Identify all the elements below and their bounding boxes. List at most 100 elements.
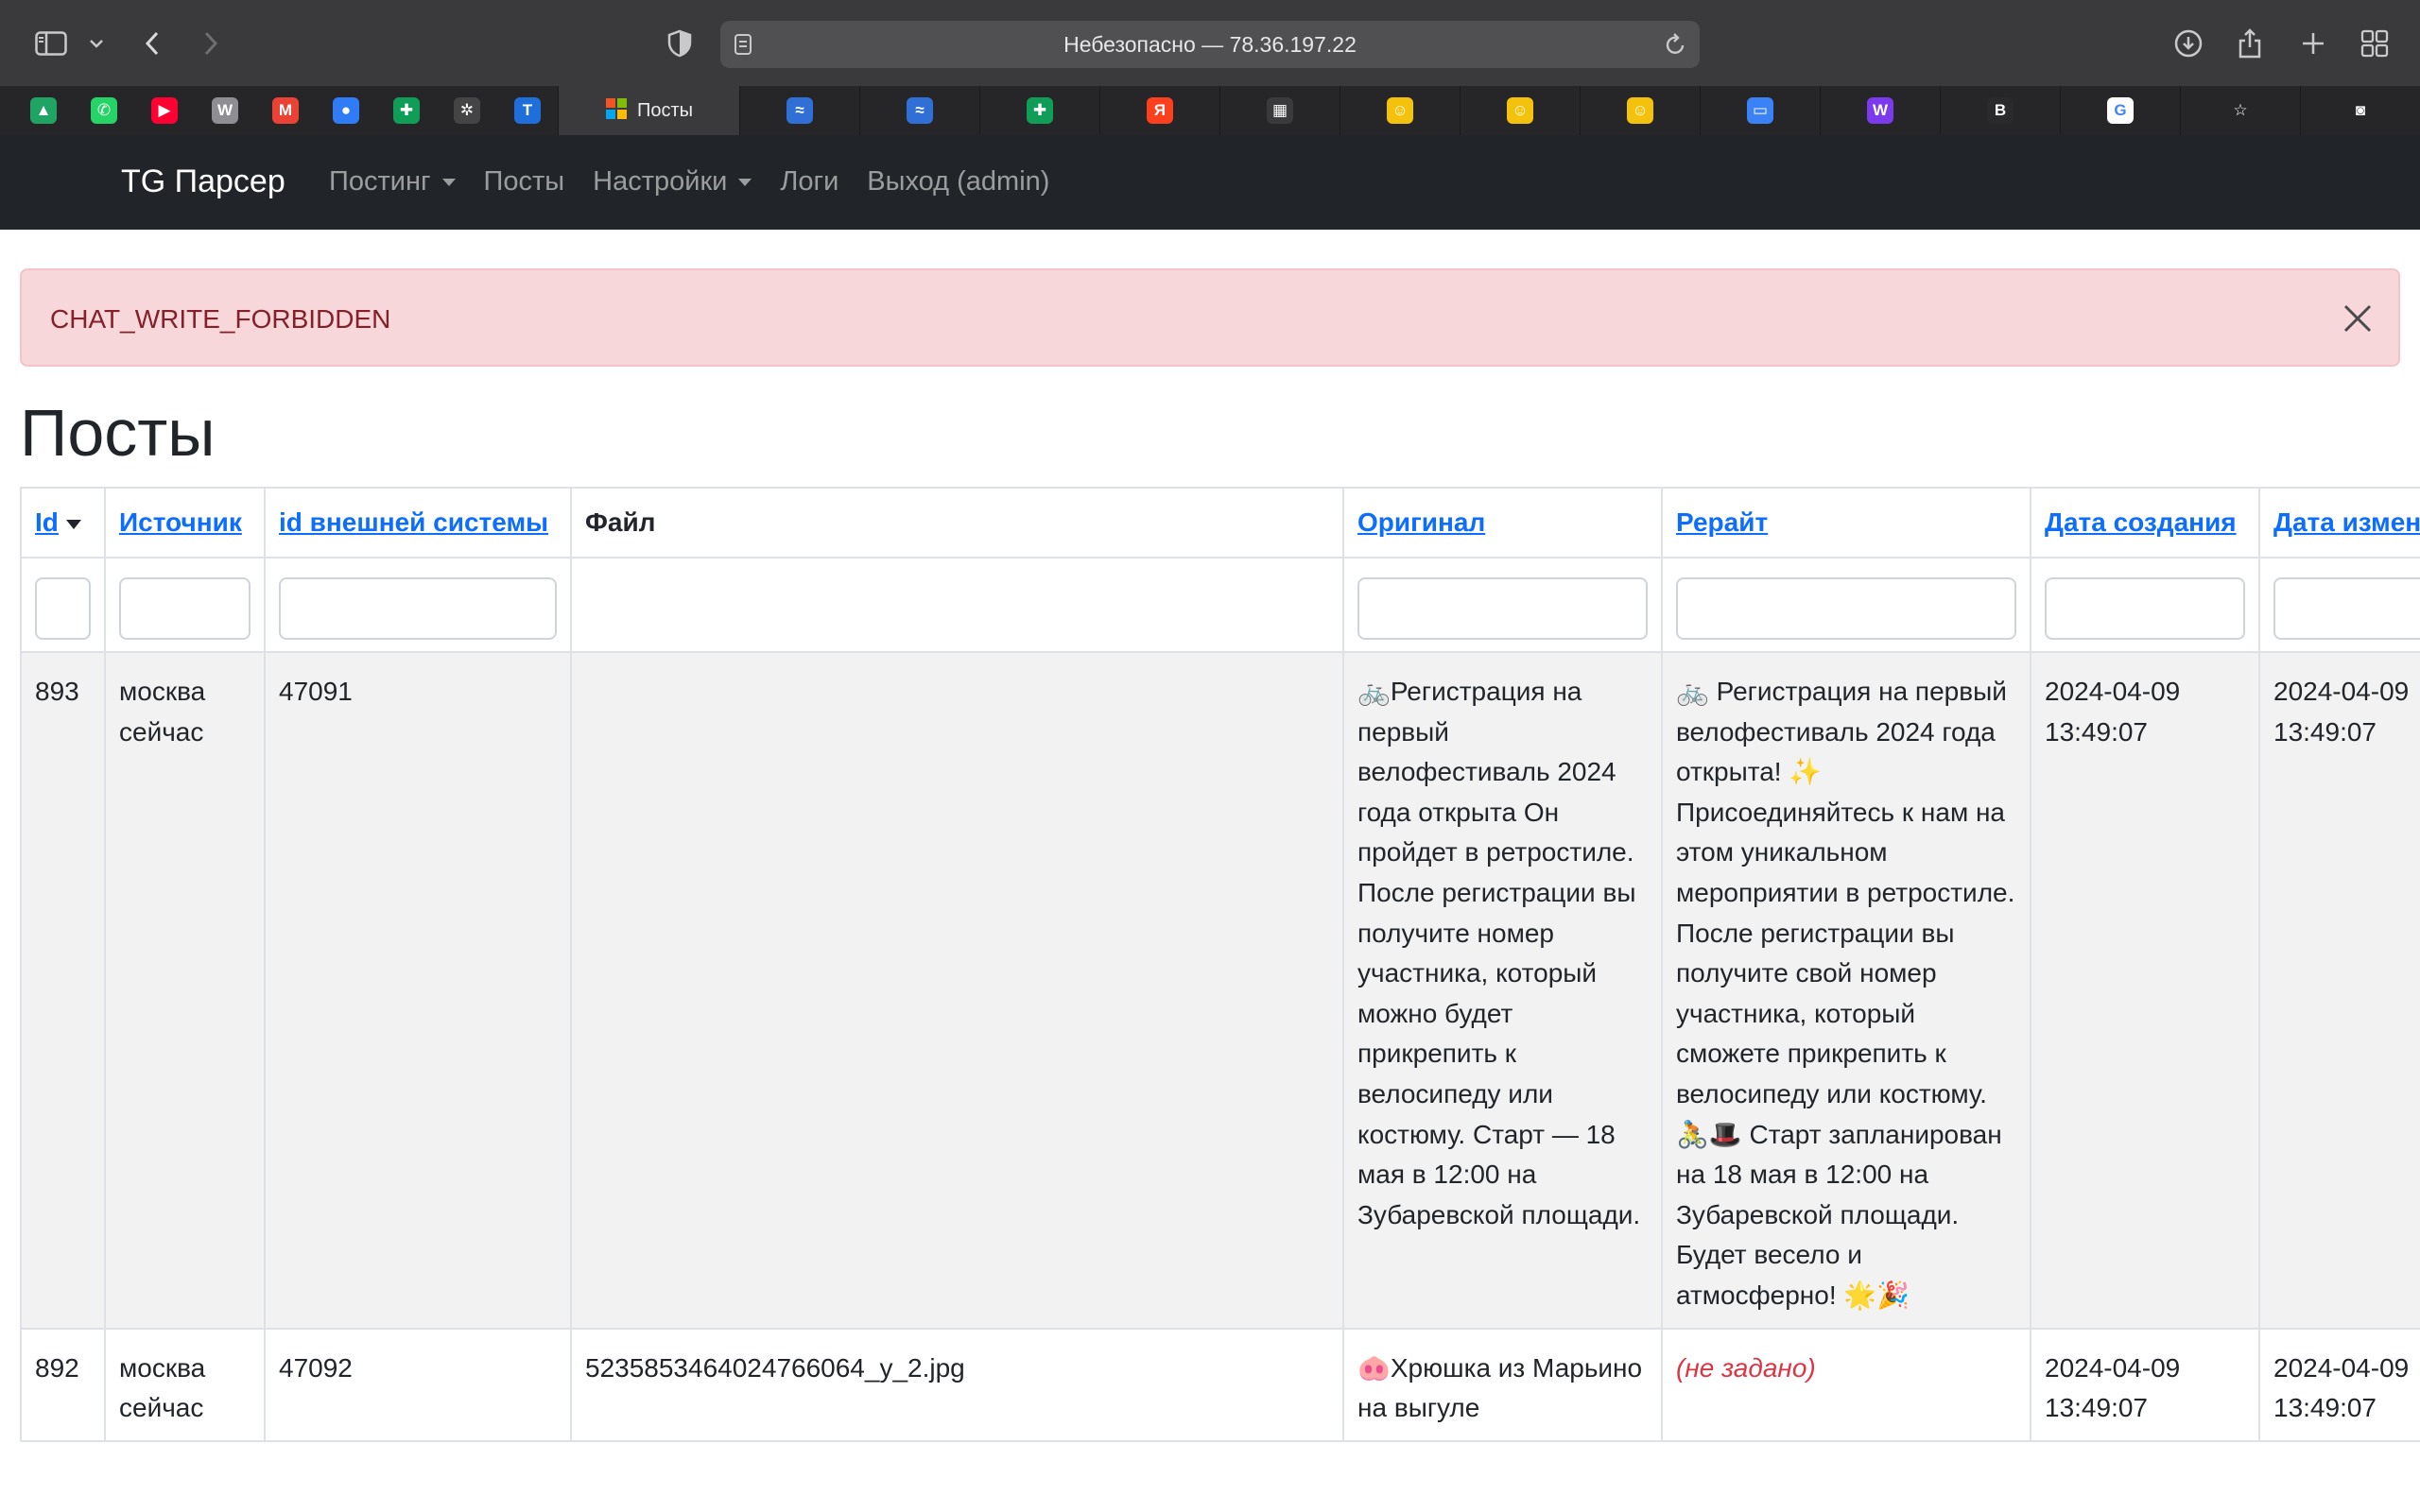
sort-link[interactable]: Оригинал (1357, 507, 1485, 537)
column-header-source[interactable]: Источник (104, 487, 266, 558)
back-icon[interactable] (138, 23, 166, 64)
privacy-shield-icon[interactable] (666, 23, 694, 64)
cell-id: 893 (20, 651, 106, 1330)
pinned-tab[interactable]: ✚ (376, 86, 437, 135)
windows-icon: ▦ (1267, 97, 1293, 124)
column-header-created[interactable]: Дата создания (2030, 487, 2260, 558)
tab-overview-icon[interactable] (2360, 23, 2390, 64)
filter-cell (1661, 557, 2031, 653)
browser-tab[interactable]: ▦ (1219, 86, 1340, 135)
nav-item-posts[interactable]: Посты (484, 166, 565, 198)
downloads-icon[interactable] (2172, 23, 2204, 64)
t-icon: T (514, 97, 541, 124)
pinned-tab[interactable]: ● (316, 86, 376, 135)
table-row: 893 москва сейчас 47091 🚲Регистрация на … (20, 651, 2420, 1330)
chatgpt-icon: ✲ (454, 97, 480, 124)
filter-cell (264, 557, 572, 653)
cell-source: москва сейчас (104, 651, 266, 1330)
forward-icon[interactable] (197, 23, 225, 64)
filter-row (20, 557, 2420, 653)
browser-tab[interactable]: ◙ (2300, 86, 2420, 135)
page-icon (734, 33, 752, 60)
browser-tab[interactable]: ☆ (2180, 86, 2300, 135)
sheets-icon: ✚ (1027, 97, 1053, 124)
reload-icon[interactable] (1664, 32, 1686, 61)
gmail-icon: M (272, 97, 299, 124)
cloud-icon: ≈ (907, 97, 933, 124)
star-icon: ☆ (2227, 97, 2254, 124)
column-header-original[interactable]: Оригинал (1342, 487, 1663, 558)
emoji-icon: ☺ (1387, 97, 1413, 124)
cell-external-id: 47092 (264, 1327, 572, 1442)
filter-external-id-input[interactable] (279, 577, 557, 640)
whatsapp-icon: ✆ (91, 97, 117, 124)
pinned-tab[interactable]: T (497, 86, 558, 135)
pinned-tab[interactable]: ▶ (134, 86, 195, 135)
nav-item-logout[interactable]: Выход (admin) (867, 166, 1049, 198)
filter-updated-input[interactable] (2273, 577, 2420, 640)
nav-item-label: Посты (483, 166, 565, 197)
browser-tab[interactable]: ✚ (979, 86, 1099, 135)
sort-link[interactable]: Id (35, 507, 59, 537)
filter-original-input[interactable] (1357, 577, 1648, 640)
sort-link[interactable]: Дата изменения (2273, 507, 2420, 537)
sort-link[interactable]: Рерайт (1676, 507, 1768, 537)
browser-tab[interactable]: G (2060, 86, 2180, 135)
cell-file: 5235853464024766064_y_2.jpg (570, 1327, 1344, 1442)
browser-tab[interactable]: ☺ (1460, 86, 1580, 135)
column-header-id[interactable]: Id (20, 487, 106, 558)
nav-item-settings[interactable]: Настройки (593, 166, 752, 198)
page-title: Посты (20, 396, 216, 470)
nav-item-logs[interactable]: Логи (780, 166, 838, 198)
new-tab-icon[interactable] (2299, 23, 2327, 64)
filter-cell (2258, 557, 2420, 653)
emoji-icon: ☺ (1627, 97, 1653, 124)
nav-item-label: Выход (admin) (867, 166, 1050, 197)
close-icon[interactable] (2342, 302, 2374, 335)
cell-original: 🚲Регистрация на первый велофестиваль 202… (1342, 651, 1663, 1330)
column-header-rewrite[interactable]: Рерайт (1661, 487, 2031, 558)
browser-tab[interactable]: ☺ (1580, 86, 1700, 135)
error-alert: CHAT_WRITE_FORBIDDEN (20, 268, 2400, 367)
pinned-tab[interactable]: ▲ (13, 86, 74, 135)
pinned-tab[interactable]: ✲ (437, 86, 497, 135)
sort-link[interactable]: Дата создания (2045, 507, 2237, 537)
browser-tab[interactable]: B (1940, 86, 2060, 135)
chevron-down-icon[interactable] (85, 23, 108, 64)
caret-down-icon (738, 178, 752, 186)
share-icon[interactable] (2236, 23, 2264, 64)
google-icon: G (2107, 97, 2134, 124)
address-bar[interactable]: Небезопасно — 78.36.197.22 (720, 21, 1700, 68)
browser-tab[interactable]: ☺ (1340, 86, 1460, 135)
nav-item-label: Настройки (593, 166, 728, 197)
column-header-updated[interactable]: Дата изменения (2258, 487, 2420, 558)
browser-tab[interactable]: Я (1099, 86, 1219, 135)
column-label: Файл (585, 507, 656, 537)
pinned-tab[interactable]: ✆ (74, 86, 134, 135)
browser-tab[interactable]: ≈ (739, 86, 859, 135)
sort-link[interactable]: id внешней системы (279, 507, 548, 537)
pinned-tab[interactable]: W (195, 86, 255, 135)
sort-link[interactable]: Источник (119, 507, 242, 537)
header-row: Id Источник id внешней системы Файл Ориг… (20, 487, 2420, 558)
filter-created-input[interactable] (2045, 577, 2245, 640)
pinned-tab[interactable]: M (255, 86, 316, 135)
emoji-icon: ☺ (1507, 97, 1533, 124)
filter-cell (570, 557, 1344, 653)
filter-id-input[interactable] (35, 577, 91, 640)
browser-tab[interactable]: ▭ (1700, 86, 1820, 135)
nav-item-label: Постинг (329, 166, 431, 197)
filter-rewrite-input[interactable] (1676, 577, 2016, 640)
google-drive-icon: ▲ (30, 97, 57, 124)
browser-tab[interactable]: W (1820, 86, 1940, 135)
tab-active[interactable]: Посты (558, 86, 739, 135)
nav-item-posting[interactable]: Постинг (329, 166, 456, 198)
browser-tab[interactable]: ≈ (859, 86, 979, 135)
cell-file (570, 651, 1344, 1330)
browser-toolbar: Небезопасно — 78.36.197.22 (0, 0, 2420, 86)
brand[interactable]: TG Парсер (121, 163, 285, 200)
column-header-external-id[interactable]: id внешней системы (264, 487, 572, 558)
sidebar-toggle-icon[interactable] (32, 23, 70, 64)
filter-source-input[interactable] (119, 577, 251, 640)
cell-source: москва сейчас (104, 1327, 266, 1442)
